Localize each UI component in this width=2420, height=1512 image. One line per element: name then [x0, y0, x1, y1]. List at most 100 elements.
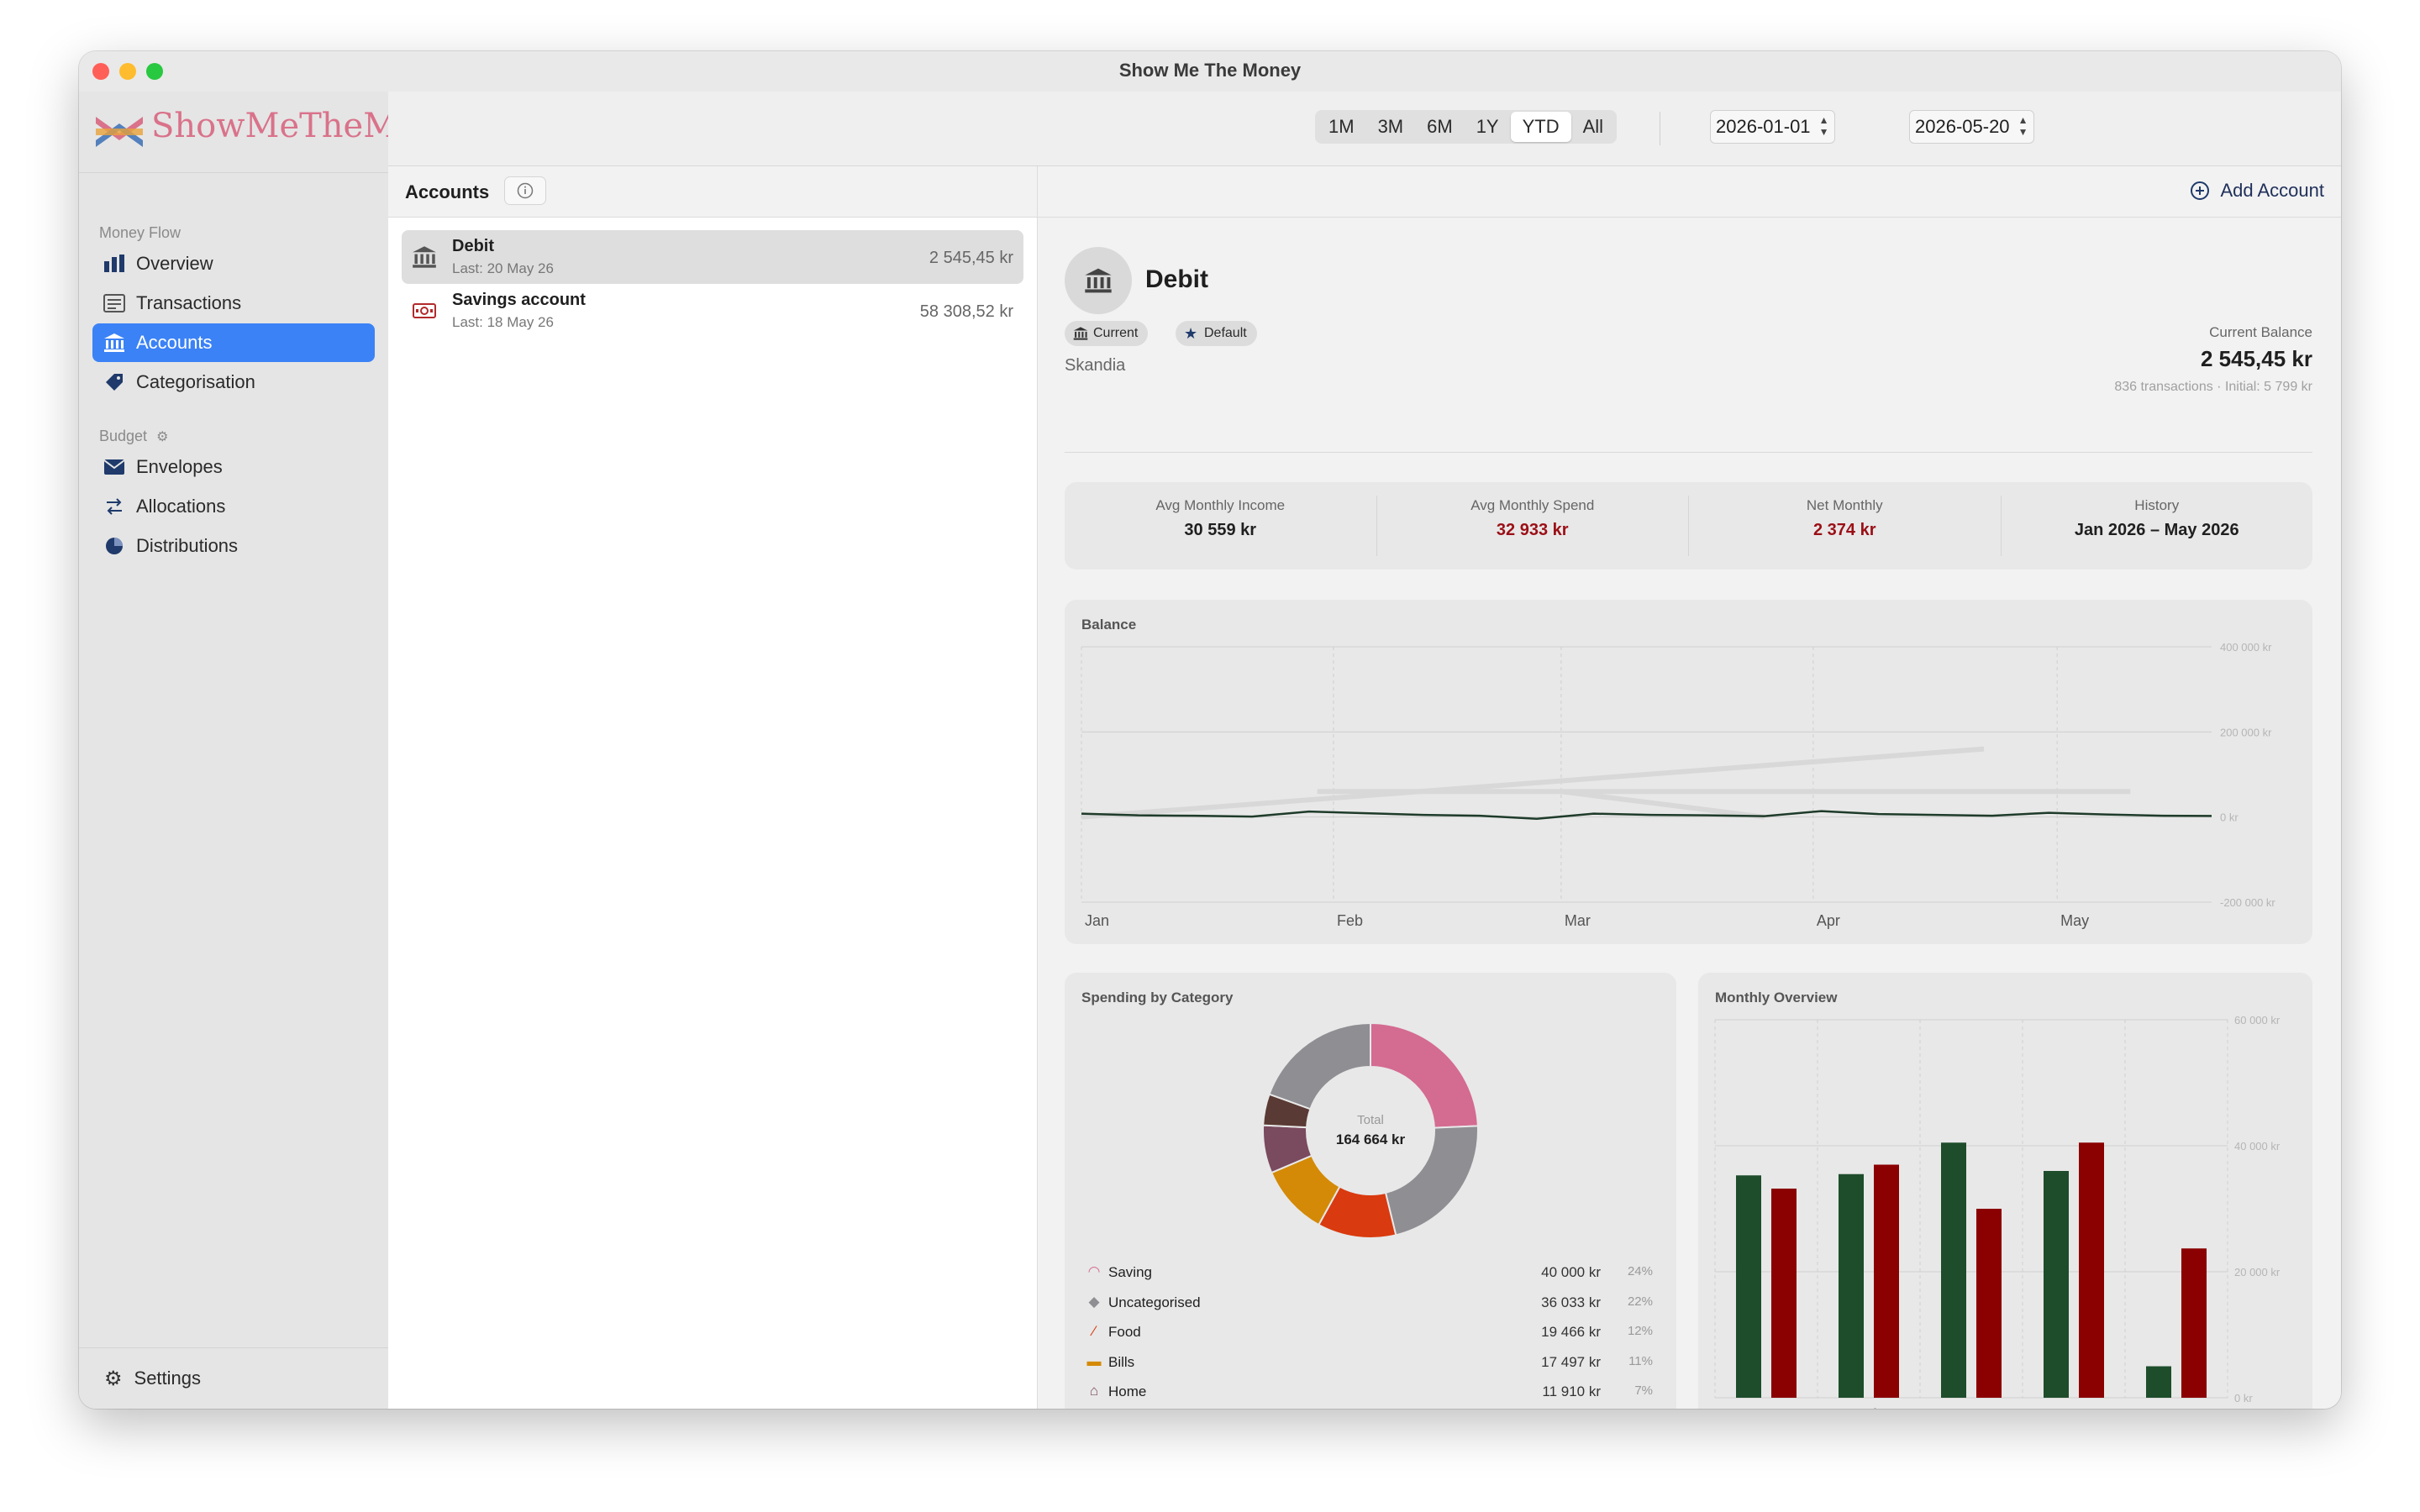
- range-3m-button[interactable]: 3M: [1366, 112, 1416, 142]
- carrot-icon: ⁄: [1092, 1323, 1096, 1339]
- detail-header: Add Account: [1038, 166, 2341, 218]
- current-balance-label: Current Balance: [2209, 324, 2312, 340]
- bar-x-tick-label: Feb: [1855, 1406, 1881, 1409]
- bar-y-tick-label: 40 000 kr: [2234, 1140, 2281, 1152]
- settings-label: Settings: [134, 1368, 202, 1389]
- sidebar-item-label: Envelopes: [136, 456, 223, 477]
- legend-value: 19 466 kr: [1541, 1324, 1601, 1340]
- bank-icon: [1073, 327, 1088, 340]
- info-icon: [517, 182, 534, 199]
- legend-row-food[interactable]: ⁄ Food 19 466 kr 12%: [1086, 1320, 1653, 1345]
- bank-name: Skandia: [1065, 356, 1126, 375]
- app-window: Show Me The Money ShowMeTheMoney Money F…: [79, 51, 2341, 1409]
- date-from-field[interactable]: 2026-01-01 ▲ ▼: [1710, 110, 1835, 144]
- bar-income-may: [2146, 1366, 2171, 1398]
- sidebar-item-distributions[interactable]: Distributions: [92, 527, 375, 565]
- bar-income-jan: [1736, 1175, 1761, 1398]
- date-from-stepper[interactable]: ▲ ▼: [1818, 114, 1831, 139]
- account-amount: 2 545,45 kr: [929, 249, 1013, 267]
- arrows-icon: [103, 495, 126, 518]
- plus-circle-icon: [2191, 181, 2210, 200]
- range-1y-button[interactable]: 1Y: [1465, 112, 1511, 142]
- bar-expenses-mar: [1976, 1209, 2002, 1398]
- banknote-icon: [413, 303, 436, 318]
- range-6m-button[interactable]: 6M: [1415, 112, 1465, 142]
- balance-x-tick-label: Jan: [1085, 912, 1109, 929]
- sidebar-item-label: Accounts: [136, 332, 213, 353]
- stat-label: Avg Monthly Income: [1155, 497, 1286, 513]
- legend-row-uncategorised[interactable]: ◆ Uncategorised 36 033 kr 22%: [1086, 1290, 1653, 1315]
- donut-center-label: Total: [1357, 1113, 1384, 1127]
- section-budget-label: Budget: [99, 428, 148, 444]
- legend-name: Bills: [1108, 1353, 1135, 1370]
- stat-value: 30 559 kr: [1184, 521, 1257, 539]
- legend-value: 40 000 kr: [1541, 1264, 1601, 1280]
- date-to-field[interactable]: 2026-05-20 ▲ ▼: [1909, 110, 2034, 144]
- legend-percent: 7%: [1634, 1383, 1653, 1398]
- account-name: Savings account: [452, 291, 586, 309]
- bank-icon: [413, 246, 436, 268]
- range-ytd-button[interactable]: YTD: [1510, 112, 1571, 142]
- spending-card: Spending by Category Total 164 664 kr ◠ Sa…: [1065, 973, 1676, 1409]
- info-button[interactable]: [504, 176, 546, 205]
- add-account-button[interactable]: Add Account: [2190, 180, 2324, 202]
- legend-row-saving[interactable]: ◠ Saving 40 000 kr 24%: [1086, 1260, 1653, 1285]
- balance-x-tick-label: Feb: [1337, 912, 1363, 929]
- legend-value: 36 033 kr: [1541, 1294, 1601, 1310]
- balance-series-line: [1081, 810, 2212, 820]
- sidebar-item-allocations[interactable]: Allocations: [92, 487, 375, 526]
- bar-income-apr: [2044, 1171, 2069, 1398]
- stats-bar: Avg Monthly Income 30 559 kr Avg Monthly…: [1065, 482, 2312, 570]
- legend-name: Uncategorised: [1108, 1294, 1201, 1310]
- bar-x-tick-label: May: [2162, 1406, 2191, 1409]
- chip-current: Current: [1065, 321, 1149, 346]
- pie-icon: [103, 534, 126, 558]
- budget-settings-icon[interactable]: ⚙: [156, 430, 168, 444]
- bar-expenses-feb: [1874, 1164, 1899, 1398]
- bar-x-tick-label: Apr: [2062, 1406, 2086, 1409]
- stat-history: History Jan 2026 – May 2026: [2002, 496, 2313, 556]
- sidebar-item-label: Transactions: [136, 292, 242, 313]
- bar-chart-icon: [103, 252, 126, 276]
- bar-expenses-apr: [2079, 1142, 2104, 1398]
- sidebar-item-label: Categorisation: [136, 371, 255, 392]
- monthly-bar-chart: 60 000 kr 40 000 kr 20 000 kr 0 kr Jan Feb Mar…: [1714, 1014, 2281, 1409]
- balance-subtitle: 836 transactions · Initial: 5 799 kr: [2114, 380, 2312, 394]
- stat-label: Net Monthly: [1806, 497, 1883, 513]
- account-row-savings[interactable]: Savings account Last: 18 May 26 58 308,5…: [402, 284, 1023, 338]
- balance-y-tick-label: 0 kr: [2220, 811, 2238, 824]
- settings-button[interactable]: ⚙ Settings: [79, 1347, 388, 1409]
- bar-expenses-may: [2181, 1248, 2207, 1398]
- envelope-icon: [103, 455, 126, 479]
- donut-slice-other: [1268, 1021, 1371, 1110]
- legend-name: Home: [1108, 1383, 1147, 1399]
- tag-icon: [103, 370, 126, 394]
- legend-row-home[interactable]: ⌂ Home 11 910 kr 7%: [1086, 1379, 1653, 1404]
- gear-icon: ⚙: [104, 1367, 123, 1390]
- stat-label: History: [2134, 497, 2180, 513]
- sidebar-item-label: Overview: [136, 253, 213, 274]
- bar-y-tick-label: 60 000 kr: [2234, 1014, 2281, 1026]
- legend-name: Saving: [1108, 1264, 1152, 1280]
- date-to-stepper[interactable]: ▲ ▼: [2017, 114, 2030, 139]
- account-amount: 58 308,52 kr: [919, 302, 1013, 321]
- title-bar: Show Me The Money: [79, 51, 2341, 92]
- sidebar-item-envelopes[interactable]: Envelopes: [92, 448, 375, 486]
- bank-icon: [103, 331, 126, 354]
- sidebar-item-categorisation[interactable]: Categorisation: [92, 363, 375, 402]
- sidebar-item-accounts[interactable]: Accounts: [92, 323, 375, 362]
- spending-donut-chart: Total 164 664 kr: [1262, 1021, 1479, 1239]
- range-all-button[interactable]: All: [1571, 112, 1615, 142]
- legend-row-bills[interactable]: ▬ Bills 17 497 kr 11%: [1086, 1350, 1654, 1375]
- account-row-debit[interactable]: Debit Last: 20 May 26 2 545,45 kr: [402, 230, 1023, 284]
- balance-chart-card: Balance 400 000 kr 200 000 kr 0 kr -200 000…: [1065, 600, 2312, 944]
- stat-value: 2 374 kr: [1812, 521, 1876, 539]
- sidebar-item-overview[interactable]: Overview: [92, 244, 375, 283]
- range-1m-button[interactable]: 1M: [1317, 112, 1366, 142]
- accounts-title: Accounts: [405, 181, 490, 202]
- balance-chart: 400 000 kr 200 000 kr 0 kr -200 000 kr Jan Fe…: [1081, 641, 2275, 929]
- sidebar-item-transactions[interactable]: Transactions: [92, 284, 375, 323]
- bill-icon: ▬: [1086, 1352, 1102, 1369]
- legend-value: 17 497 kr: [1541, 1353, 1601, 1370]
- account-last-date: Last: 18 May 26: [452, 314, 554, 330]
